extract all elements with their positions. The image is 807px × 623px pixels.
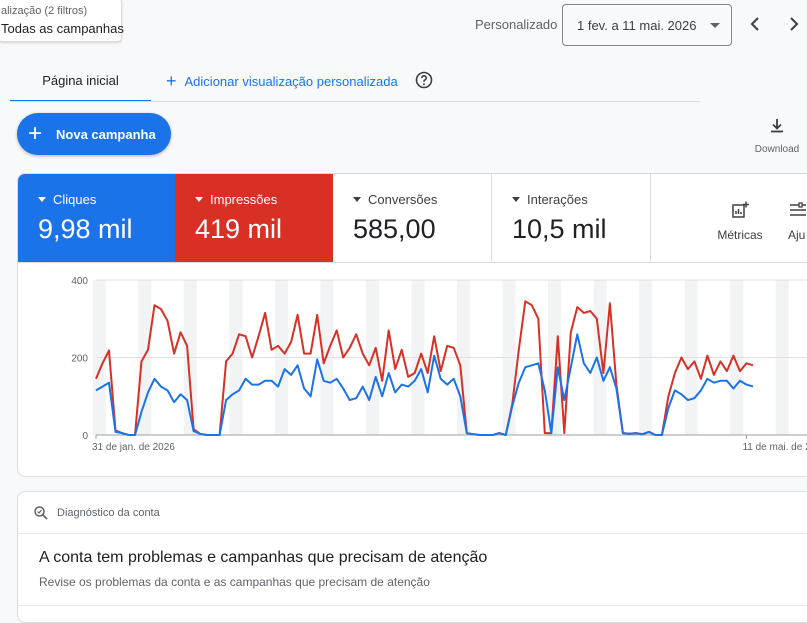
scorecard-impressions-value: 419 mil: [195, 214, 283, 244]
scorecard-interactions-name: Interações: [512, 192, 588, 207]
filter-count-label: alização (2 filtros): [1, 5, 88, 17]
adjust-button[interactable]: Aju: [788, 200, 807, 242]
period-type-label: Personalizado: [475, 17, 558, 32]
download-label: Download: [754, 144, 800, 155]
tune-icon: [790, 202, 806, 216]
performance-overview-card: Cliques 9,98 mil Impressões 419 mil Conv…: [17, 173, 807, 477]
y-tick-label: 200: [71, 354, 88, 365]
add-custom-view-button[interactable]: + Adicionar visualização personalizada: [166, 70, 398, 92]
scorecard-clicks-name: Cliques: [38, 192, 96, 207]
diagnostics-header: Diagnóstico da conta: [33, 505, 160, 521]
chart-add-icon: [732, 201, 749, 218]
scorecard-divider: [650, 174, 651, 262]
scorecard-conversions[interactable]: Conversões 585,00: [333, 174, 491, 262]
plus-icon: +: [166, 71, 177, 91]
scorecard-impressions[interactable]: Impressões 419 mil: [175, 174, 333, 262]
scorecard-interactions[interactable]: Interações 10,5 mil: [492, 174, 650, 262]
scorecard-clicks-value: 9,98 mil: [38, 214, 133, 244]
dropdown-triangle-icon: [512, 197, 520, 202]
chevron-down-icon: [710, 23, 720, 28]
help-button[interactable]: [415, 71, 433, 89]
scorecard-clicks[interactable]: Cliques 9,98 mil: [18, 174, 175, 262]
account-diagnostics-card: Diagnóstico da conta A conta tem problem…: [17, 491, 807, 623]
diagnostics-divider: [18, 605, 807, 606]
tab-home[interactable]: Página inicial: [10, 64, 151, 102]
tab-home-label: Página inicial: [42, 73, 119, 88]
diagnostics-subtitle: Revise os problemas da conta e as campan…: [39, 575, 430, 589]
diagnostics-search-icon: [34, 506, 48, 520]
diagnostics-title: A conta tem problemas e campanhas que pr…: [39, 549, 488, 566]
dropdown-triangle-icon: [353, 197, 361, 202]
add-custom-view-label: Adicionar visualização personalizada: [184, 73, 398, 89]
metrics-button[interactable]: Métricas: [715, 200, 765, 242]
metrics-label: Métricas: [717, 228, 763, 242]
y-tick-label: 0: [82, 431, 88, 442]
chevron-right-icon: [790, 17, 799, 31]
scorecard-impressions-name: Impressões: [195, 192, 277, 207]
performance-line-chart: 0 200 400 31 de jan. de 2026 11 de mai. de 2…: [71, 276, 807, 453]
adjust-label: Aju: [788, 228, 806, 242]
scorecard-interactions-value: 10,5 mil: [512, 214, 607, 244]
next-period-button[interactable]: [780, 10, 807, 38]
download-button[interactable]: Download: [748, 116, 806, 155]
x-tick-label: 11 de mai. de 2026: [742, 442, 807, 453]
previous-period-button[interactable]: [741, 10, 769, 38]
download-icon: [771, 119, 783, 133]
scorecard-conversions-name: Conversões: [353, 192, 437, 207]
chevron-left-icon: [750, 17, 759, 31]
date-range-select[interactable]: 1 fev. a 11 mai. 2026: [562, 4, 732, 46]
tabs-divider: [10, 101, 700, 102]
help-icon: [415, 71, 433, 89]
diagnostics-divider: [18, 533, 807, 534]
date-range-value: 1 fev. a 11 mai. 2026: [577, 18, 697, 33]
scorecard-conversions-value: 585,00: [353, 214, 436, 244]
dropdown-triangle-icon: [38, 197, 46, 202]
plus-icon: +: [28, 120, 43, 147]
new-campaign-button[interactable]: + Nova campanha: [17, 113, 171, 155]
y-tick-label: 400: [71, 276, 88, 287]
filter-scope-label: Todas as campanhas: [1, 21, 124, 36]
new-campaign-label: Nova campanha: [56, 126, 156, 142]
dropdown-triangle-icon: [195, 197, 203, 202]
x-tick-label: 31 de jan. de 2026: [92, 442, 175, 453]
filter-summary[interactable]: alização (2 filtros) Todas as campanhas: [0, 0, 124, 42]
diagnostics-header-label: Diagnóstico da conta: [57, 507, 160, 519]
